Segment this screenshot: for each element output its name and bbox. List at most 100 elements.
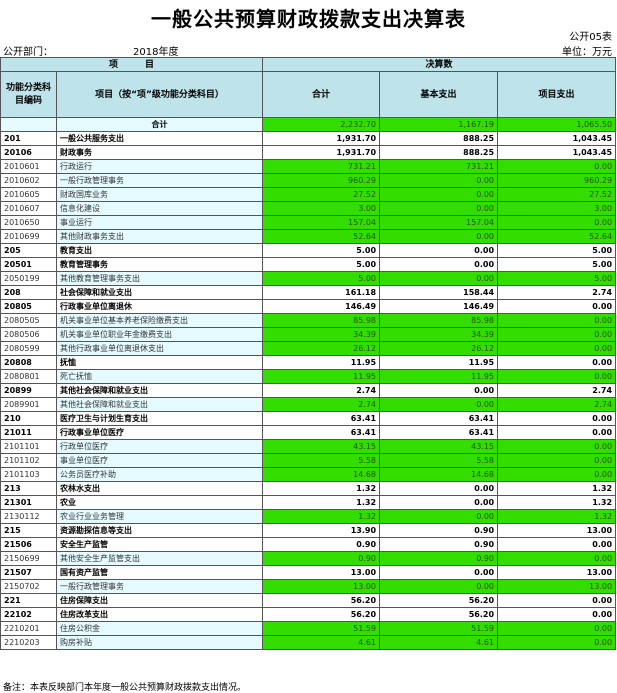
- table-row: 20106 财政事务 1,931.70 888.25 1,043.45: [0, 145, 617, 160]
- row-basic: 157.04: [379, 215, 499, 230]
- row-basic: 0.00: [379, 173, 499, 188]
- table-row: 210 医疗卫生与计划生育支出 63.41 63.41 0.00: [0, 411, 617, 426]
- row-project: 5.00: [497, 271, 617, 286]
- row-code: 20899: [0, 383, 57, 398]
- fiscal-year: 2018年度: [133, 47, 179, 58]
- row-total: 63.41: [262, 425, 381, 440]
- table-row: 205 教育支出 5.00 0.00 5.00: [0, 243, 617, 258]
- total-basic: 1,167.19: [379, 117, 499, 132]
- row-name: 机关事业单位基本养老保险缴费支出: [55, 313, 264, 328]
- row-project: 13.00: [497, 523, 617, 538]
- row-total: 14.68: [262, 467, 381, 482]
- table-row: 2080505 机关事业单位基本养老保险缴费支出 85.98 85.98 0.00: [0, 313, 617, 328]
- row-name: 其他安全生产监管支出: [55, 551, 264, 566]
- row-project: 0.00: [497, 453, 617, 468]
- table-row: 2010607 信息化建设 3.00 0.00 3.00: [0, 201, 617, 216]
- row-project: 1,043.45: [497, 131, 617, 146]
- row-total: 34.39: [262, 327, 381, 342]
- row-basic: 731.21: [379, 159, 499, 174]
- row-total: 43.15: [262, 439, 381, 454]
- row-project: 0.00: [497, 159, 617, 174]
- row-total: 63.41: [262, 411, 381, 426]
- row-basic: 43.15: [379, 439, 499, 454]
- row-total: 13.00: [262, 565, 381, 580]
- row-name: 信息化建设: [55, 201, 264, 216]
- table-row: 2150699 其他安全生产监管支出 0.90 0.90 0.00: [0, 551, 617, 566]
- row-code: 2101101: [0, 439, 57, 454]
- row-project: 0.00: [497, 607, 617, 622]
- row-name: 行政运行: [55, 159, 264, 174]
- table-row: 2089901 其他社会保障和就业支出 2.74 0.00 2.74: [0, 397, 617, 412]
- row-name: 农业行业业务管理: [55, 509, 264, 524]
- row-project: 2.74: [497, 285, 617, 300]
- row-project: 3.00: [497, 201, 617, 216]
- table-row: 2080801 死亡抚恤 11.95 11.95 0.00: [0, 369, 617, 384]
- row-basic: 0.00: [379, 229, 499, 244]
- row-code: 2080506: [0, 327, 57, 342]
- table-row: 2210201 住房公积金 51.59 51.59 0.00: [0, 621, 617, 636]
- row-project: 0.00: [497, 635, 617, 650]
- row-name: 其他行政事业单位离退休支出: [55, 341, 264, 356]
- row-name: 一般行政管理事务: [55, 579, 264, 594]
- row-project: 2.74: [497, 397, 617, 412]
- row-basic: 14.68: [379, 467, 499, 482]
- row-code: 2080505: [0, 313, 57, 328]
- row-basic: 158.44: [379, 285, 499, 300]
- table-row: 21011 行政事业单位医疗 63.41 63.41 0.00: [0, 425, 617, 440]
- row-name: 行政单位医疗: [55, 439, 264, 454]
- row-name: 事业运行: [55, 215, 264, 230]
- row-basic: 0.00: [379, 579, 499, 594]
- table-row: 20899 其他社会保障和就业支出 2.74 0.00 2.74: [0, 383, 617, 398]
- row-code: 213: [0, 481, 57, 496]
- row-name: 事业单位医疗: [55, 453, 264, 468]
- table-row: 2210203 购房补贴 4.61 4.61 0.00: [0, 635, 617, 650]
- total-code-cell: [0, 117, 57, 132]
- row-project: 0.00: [497, 425, 617, 440]
- row-basic: 0.00: [379, 509, 499, 524]
- table-row: 215 资源勘探信息等支出 13.90 0.90 13.00: [0, 523, 617, 538]
- row-total: 5.00: [262, 257, 381, 272]
- row-name: 国有资产监管: [55, 565, 264, 580]
- row-project: 0.00: [497, 299, 617, 314]
- row-basic: 0.90: [379, 537, 499, 552]
- total-project: 1,065.50: [497, 117, 617, 132]
- row-name: 机关事业单位职业年金缴费支出: [55, 327, 264, 342]
- row-basic: 0.00: [379, 565, 499, 580]
- row-name: 购房补贴: [55, 635, 264, 650]
- row-total: 0.90: [262, 537, 381, 552]
- row-project: 0.00: [497, 327, 617, 342]
- row-basic: 888.25: [379, 145, 499, 160]
- table-row: 21506 安全生产监管 0.90 0.90 0.00: [0, 537, 617, 552]
- row-name: 农林水支出: [55, 481, 264, 496]
- row-project: 13.00: [497, 579, 617, 594]
- row-project: 2.74: [497, 383, 617, 398]
- row-total: 1.32: [262, 509, 381, 524]
- row-name: 财政国库业务: [55, 187, 264, 202]
- row-basic: 5.58: [379, 453, 499, 468]
- table-row: 2080506 机关事业单位职业年金缴费支出 34.39 34.39 0.00: [0, 327, 617, 342]
- row-code: 205: [0, 243, 57, 258]
- row-name: 农业: [55, 495, 264, 510]
- row-project: 1,043.45: [497, 145, 617, 160]
- row-basic: 26.12: [379, 341, 499, 356]
- row-code: 2010607: [0, 201, 57, 216]
- row-total: 26.12: [262, 341, 381, 356]
- row-project: 1.32: [497, 495, 617, 510]
- row-basic: 146.49: [379, 299, 499, 314]
- row-basic: 0.00: [379, 201, 499, 216]
- row-basic: 34.39: [379, 327, 499, 342]
- row-total: 146.49: [262, 299, 381, 314]
- row-name: 社会保障和就业支出: [55, 285, 264, 300]
- row-total: 56.20: [262, 593, 381, 608]
- header-basic: 基本支出: [379, 71, 499, 118]
- table-row: 20501 教育管理事务 5.00 0.00 5.00: [0, 257, 617, 272]
- row-basic: 51.59: [379, 621, 499, 636]
- row-name: 财政事务: [55, 145, 264, 160]
- row-total: 1.32: [262, 481, 381, 496]
- row-name: 死亡抚恤: [55, 369, 264, 384]
- row-code: 2010650: [0, 215, 57, 230]
- table-row: 22102 住房改革支出 56.20 56.20 0.00: [0, 607, 617, 622]
- row-code: 2101103: [0, 467, 57, 482]
- row-total: 2.74: [262, 397, 381, 412]
- row-project: 0.00: [497, 369, 617, 384]
